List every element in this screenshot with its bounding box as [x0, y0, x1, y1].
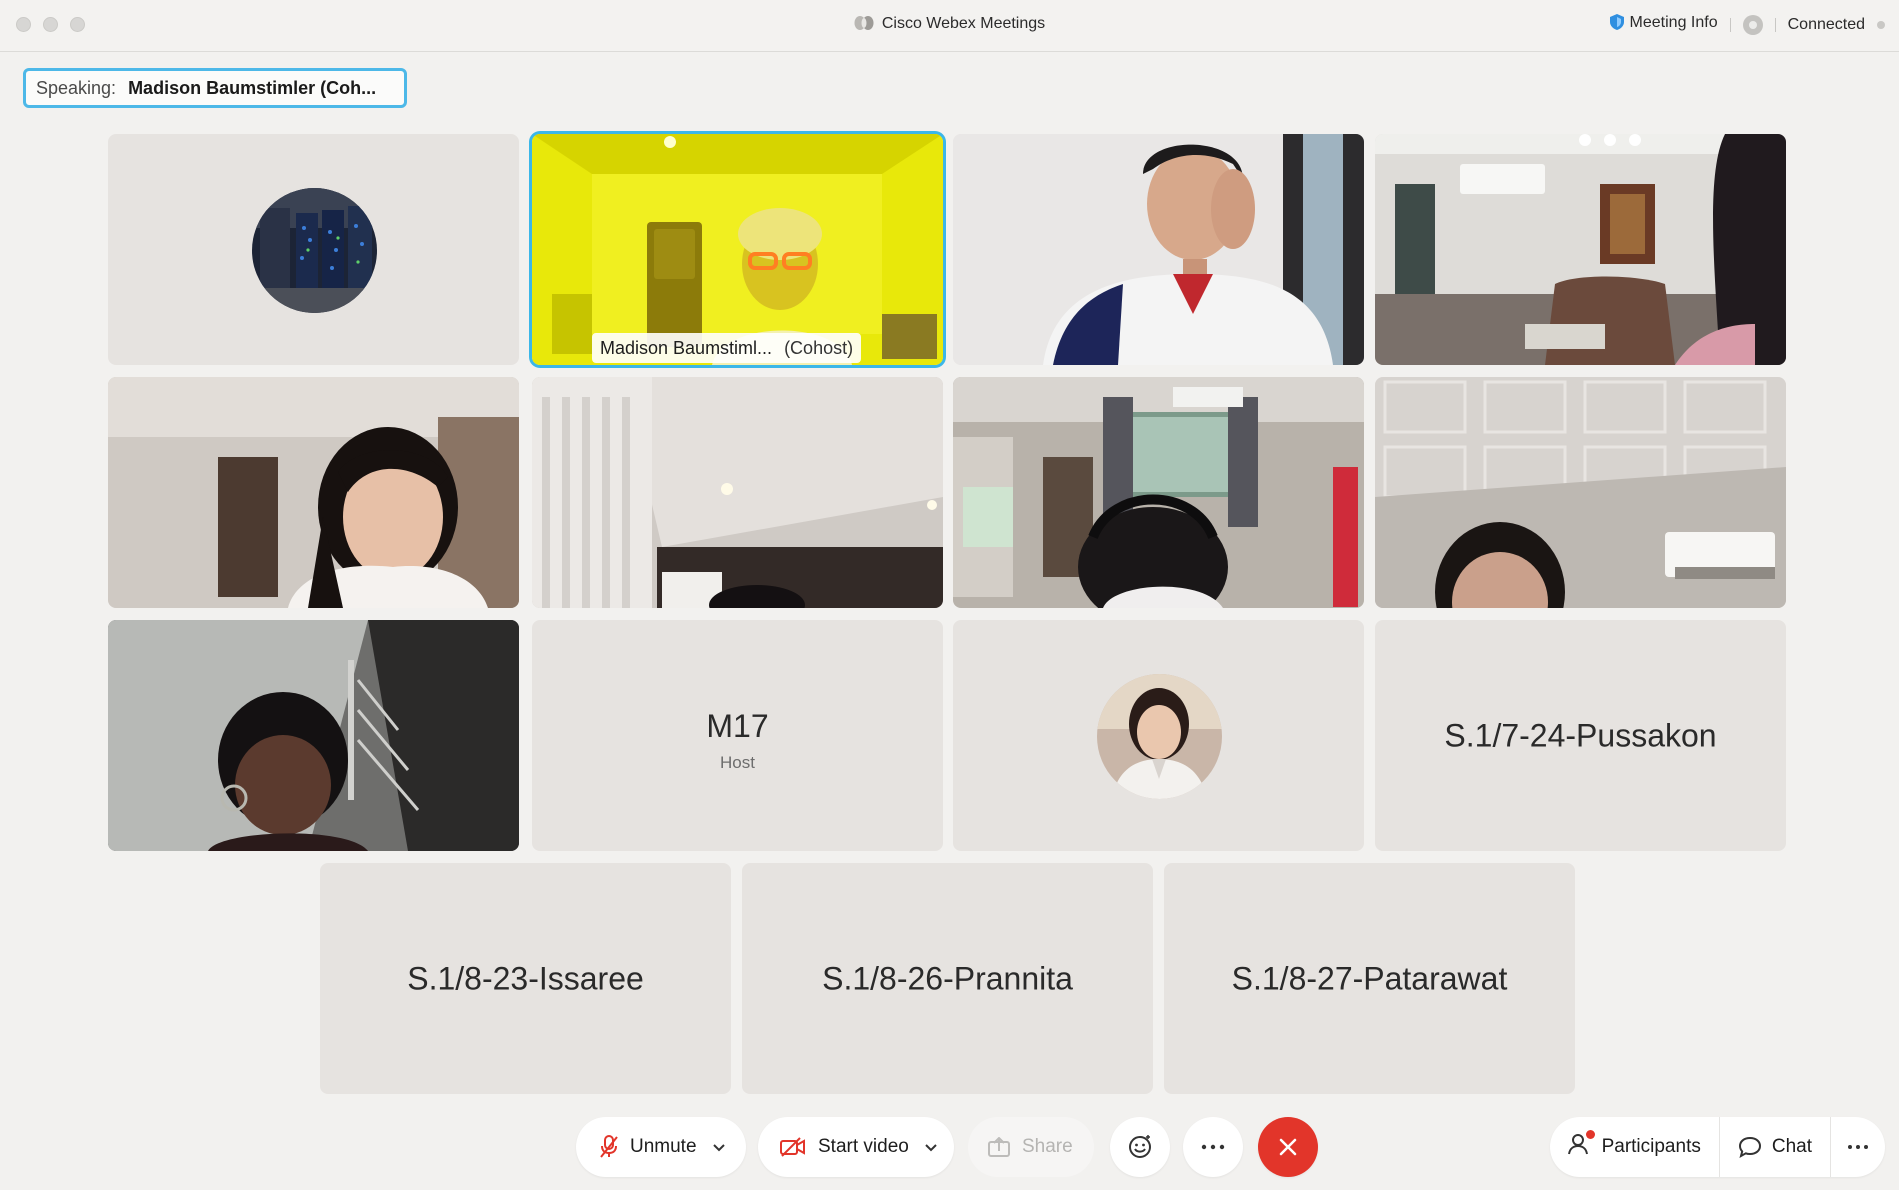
- video-feed: [108, 377, 519, 608]
- participant-tile[interactable]: [108, 377, 519, 608]
- share-icon: [988, 1137, 1010, 1157]
- connection-status: Connected: [1787, 15, 1865, 33]
- participants-icon: [1567, 1130, 1595, 1161]
- connection-indicator-icon: [1877, 20, 1885, 29]
- participant-tile[interactable]: [1375, 134, 1786, 365]
- ellipsis-icon: [1847, 1144, 1869, 1150]
- participant-role: (Cohost): [784, 337, 854, 358]
- video-camera-off-icon: [780, 1137, 806, 1157]
- chat-bubble-icon: [1738, 1136, 1762, 1158]
- participant-name: M17: [706, 708, 769, 744]
- webex-window: Cisco Webex Meetings Meeting Info Connec…: [0, 0, 1899, 1190]
- participant-tile-active-speaker[interactable]: Madison Baumstiml... (Cohost): [532, 134, 943, 365]
- webex-logo-icon: [854, 15, 874, 36]
- participant-tile[interactable]: M17 Host: [532, 620, 943, 851]
- video-feed: [953, 134, 1364, 365]
- panel-more-button[interactable]: [1831, 1117, 1885, 1177]
- start-video-button[interactable]: Start video: [758, 1117, 954, 1177]
- chat-label: Chat: [1771, 1136, 1812, 1157]
- video-feed: [532, 377, 943, 608]
- participants-label: Participants: [1601, 1136, 1701, 1157]
- participant-role: Host: [720, 753, 755, 772]
- shield-icon: [1609, 14, 1624, 35]
- participant-tile[interactable]: [108, 620, 519, 851]
- participant-tile[interactable]: S.1/8-23-Issaree: [320, 863, 731, 1094]
- title-bar-right: Meeting Info Connected: [1609, 14, 1885, 35]
- share-button[interactable]: Share: [968, 1117, 1094, 1177]
- participant-tile[interactable]: [953, 377, 1364, 608]
- participant-name: Madison Baumstiml...: [600, 337, 773, 358]
- participant-tile[interactable]: S.1/8-27-Patarawat: [1164, 863, 1575, 1094]
- participants-button[interactable]: Participants: [1550, 1117, 1719, 1177]
- participant-tile[interactable]: S.1/8-26-Prannita: [742, 863, 1153, 1094]
- video-feed: [1375, 377, 1786, 608]
- participant-tile[interactable]: [1375, 377, 1786, 608]
- more-options-button[interactable]: [1183, 1117, 1243, 1177]
- chat-button[interactable]: Chat: [1720, 1117, 1830, 1177]
- participant-tile[interactable]: [953, 134, 1364, 365]
- start-video-label: Start video: [818, 1136, 909, 1157]
- participant-name: S.1/8-26-Prannita: [822, 960, 1073, 996]
- server-room-avatar-icon: [251, 187, 377, 313]
- video-feed: [1375, 134, 1786, 365]
- window-title: Cisco Webex Meetings: [881, 15, 1046, 32]
- active-speaker-indicator[interactable]: Speaking: Madison Baumstimler (Coh...: [23, 68, 407, 108]
- ellipsis-icon: [1201, 1144, 1225, 1150]
- video-feed: [953, 377, 1364, 608]
- participant-tile[interactable]: [108, 134, 519, 365]
- close-icon: [1278, 1137, 1298, 1157]
- panel-controls: Participants Chat: [1549, 1117, 1885, 1177]
- recording-status-icon[interactable]: [1742, 14, 1763, 35]
- participant-label-stack: M17 Host: [532, 708, 943, 773]
- participant-tile[interactable]: S.1/7-24-Pussakon: [1375, 620, 1786, 851]
- chevron-down-icon[interactable]: [712, 1136, 725, 1158]
- reactions-button[interactable]: [1110, 1117, 1170, 1177]
- notification-badge: [1585, 1130, 1595, 1139]
- unmute-label: Unmute: [630, 1136, 697, 1157]
- video-feed: [532, 134, 943, 365]
- participant-name: S.1/7-24-Pussakon: [1444, 717, 1717, 753]
- microphone-muted-icon: [600, 1135, 618, 1159]
- divider: [1774, 17, 1776, 32]
- share-label: Share: [1022, 1136, 1073, 1157]
- chevron-down-icon[interactable]: [925, 1136, 937, 1158]
- smiley-face-icon: [1128, 1135, 1152, 1159]
- participant-name: S.1/8-27-Patarawat: [1231, 960, 1508, 996]
- meeting-info-button[interactable]: Meeting Info: [1609, 14, 1718, 35]
- participant-name-tag: Madison Baumstiml... (Cohost): [592, 333, 862, 363]
- video-feed: [108, 620, 519, 851]
- end-meeting-button[interactable]: [1258, 1117, 1318, 1177]
- person-photo-avatar-icon: [1096, 673, 1222, 799]
- meeting-controls-toolbar: Unmute Start video Share Participants Ch…: [0, 1102, 1899, 1190]
- title-bar: Cisco Webex Meetings Meeting Info Connec…: [0, 0, 1899, 52]
- speaking-name: Madison Baumstimler (Coh...: [128, 77, 377, 98]
- participant-tile[interactable]: [953, 620, 1364, 851]
- unmute-button[interactable]: Unmute: [576, 1117, 746, 1177]
- meeting-info-label: Meeting Info: [1629, 14, 1718, 31]
- speaking-label: Speaking:: [36, 77, 117, 98]
- participant-tile[interactable]: [532, 377, 943, 608]
- divider: [1729, 17, 1731, 32]
- participant-name: S.1/8-23-Issaree: [407, 960, 644, 996]
